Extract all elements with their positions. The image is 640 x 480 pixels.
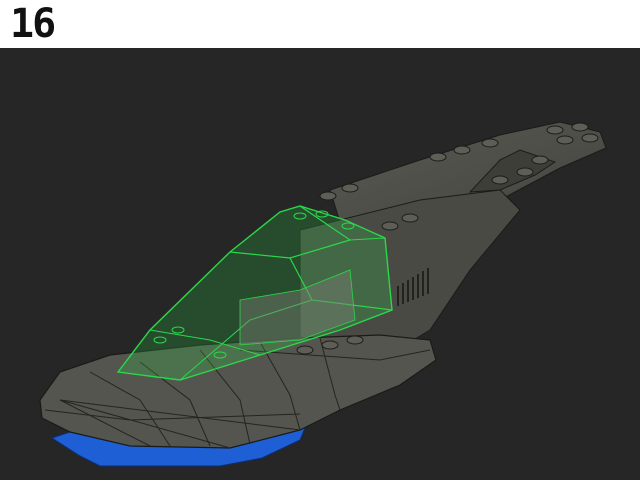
spaceship-model	[39, 121, 607, 467]
step-header: 16	[0, 0, 640, 48]
step-number: 16	[10, 1, 56, 47]
model-viewport[interactable]	[0, 48, 640, 480]
